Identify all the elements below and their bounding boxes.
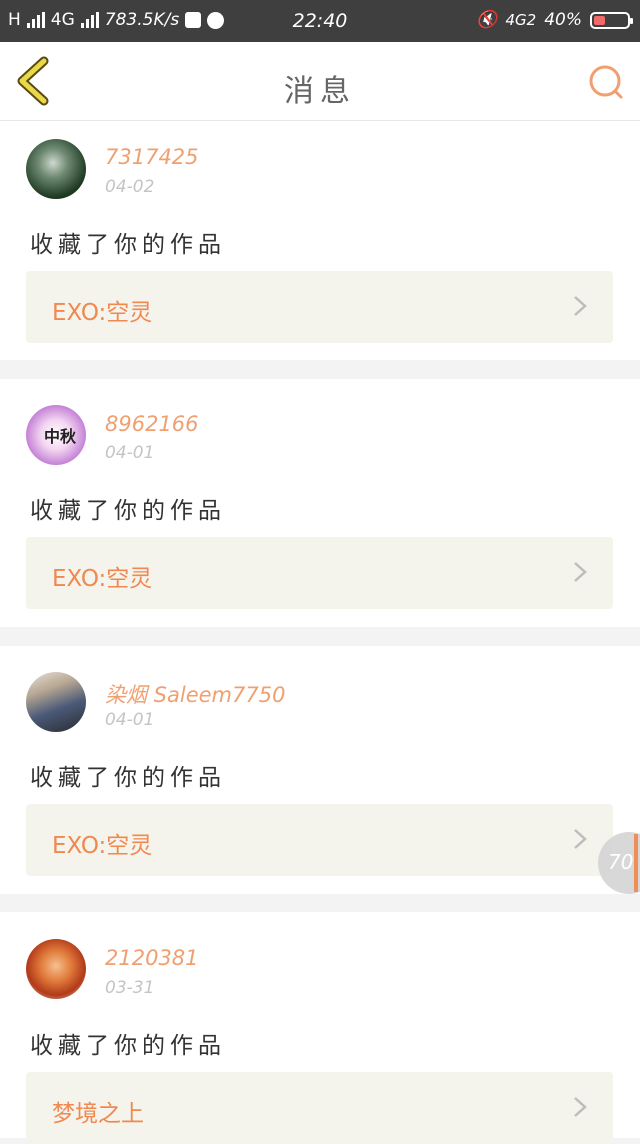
- action-text: 收藏了你的作品: [30, 765, 226, 791]
- battery-icon: [590, 11, 633, 29]
- username[interactable]: 7317425: [105, 145, 199, 169]
- work-title: EXO:空灵: [52, 566, 153, 592]
- work-link[interactable]: 梦境之上: [26, 1072, 613, 1144]
- avatar[interactable]: [26, 139, 86, 199]
- signal-label: 4G2: [505, 11, 537, 29]
- work-title: EXO:空灵: [52, 300, 153, 326]
- timestamp: 04-01: [105, 443, 155, 463]
- chevron-right-icon: [574, 562, 587, 582]
- status-bar: H 4G 783.5K/s 22:40 🔇 4G2 40%: [0, 0, 640, 42]
- message-card[interactable]: 2120381 03-31 收藏了你的作品 梦境之上: [0, 912, 640, 1144]
- avatar[interactable]: 中秋: [26, 405, 86, 465]
- username[interactable]: 染烟 Saleem7750: [105, 679, 285, 709]
- work-link[interactable]: EXO:空灵: [26, 804, 613, 876]
- chevron-right-icon: [574, 1097, 587, 1117]
- message-card[interactable]: 染烟 Saleem7750 04-01 收藏了你的作品 EXO:空灵: [0, 646, 640, 894]
- top-nav: 消息: [0, 42, 640, 121]
- badge-edge: [634, 834, 638, 892]
- chevron-right-icon: [574, 829, 587, 849]
- action-text: 收藏了你的作品: [30, 232, 226, 258]
- timestamp: 03-31: [105, 978, 155, 998]
- action-text: 收藏了你的作品: [30, 498, 226, 524]
- timestamp: 04-02: [105, 177, 155, 197]
- page-title: 消息: [284, 74, 356, 109]
- chevron-right-icon: [574, 296, 587, 316]
- avatar[interactable]: [26, 939, 86, 999]
- battery-percent: 40%: [544, 10, 582, 30]
- work-link[interactable]: EXO:空灵: [26, 537, 613, 609]
- username[interactable]: 2120381: [105, 946, 199, 970]
- timestamp: 04-01: [105, 710, 155, 730]
- message-card[interactable]: 中秋 8962166 04-01 收藏了你的作品 EXO:空灵: [0, 379, 640, 627]
- work-link[interactable]: EXO:空灵: [26, 271, 613, 343]
- floating-badge-value: 70: [608, 850, 634, 874]
- work-title: EXO:空灵: [52, 833, 153, 859]
- mute-icon: 🔇: [476, 10, 498, 30]
- action-text: 收藏了你的作品: [30, 1033, 226, 1059]
- message-card[interactable]: 7317425 04-02 收藏了你的作品 EXO:空灵: [0, 121, 640, 360]
- avatar[interactable]: [26, 672, 86, 732]
- work-title: 梦境之上: [52, 1101, 144, 1127]
- search-button[interactable]: [586, 62, 626, 102]
- search-icon: [589, 65, 623, 99]
- username[interactable]: 8962166: [105, 412, 199, 436]
